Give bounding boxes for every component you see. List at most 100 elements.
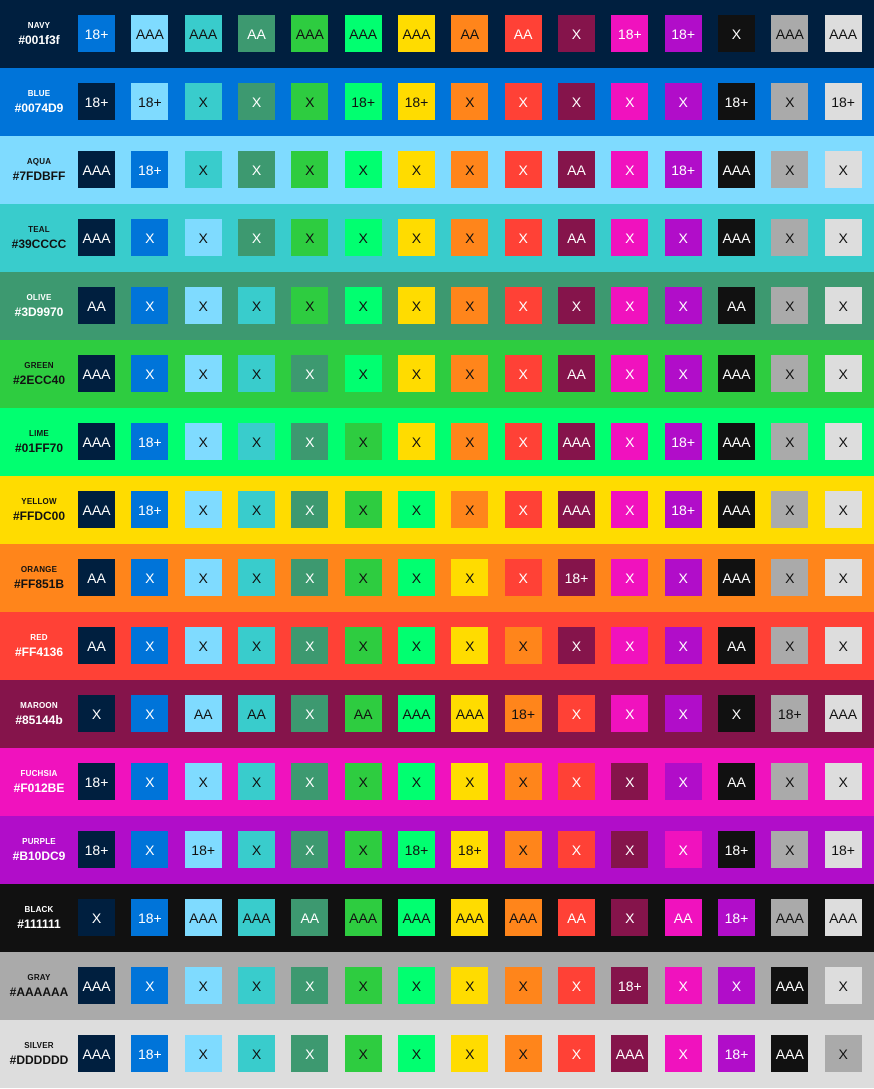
swatch-yellow[interactable]: X [397, 423, 435, 460]
swatch-fuchsia[interactable]: X [611, 627, 649, 664]
swatch-black[interactable]: AAA [717, 491, 755, 528]
swatch-navy[interactable]: 18+ [78, 763, 115, 800]
swatch-yellow[interactable]: X [397, 355, 435, 392]
swatch-gray[interactable]: X [771, 627, 809, 664]
swatch-navy[interactable]: AAA [78, 219, 115, 256]
swatch-fuchsia[interactable]: X [611, 219, 649, 256]
swatch-green[interactable]: AAA [291, 15, 329, 52]
swatch-gray[interactable]: AAA [771, 15, 809, 52]
swatch-silver[interactable]: X [824, 763, 862, 800]
swatch-lime[interactable]: AAA [344, 15, 382, 52]
swatch-silver[interactable]: X [824, 627, 862, 664]
swatch-maroon[interactable]: X [611, 899, 649, 936]
swatch-silver[interactable]: X [824, 559, 862, 596]
swatch-black[interactable]: AAA [771, 1035, 809, 1072]
swatch-maroon[interactable]: 18+ [557, 559, 595, 596]
swatch-navy[interactable]: AAA [78, 151, 115, 188]
swatch-maroon[interactable]: AAA [557, 423, 595, 460]
swatch-gray[interactable]: X [771, 355, 809, 392]
swatch-red[interactable]: X [557, 763, 595, 800]
swatch-purple[interactable]: 18+ [717, 1035, 755, 1072]
swatch-teal[interactable]: X [237, 287, 275, 324]
swatch-teal[interactable]: X [237, 831, 275, 868]
swatch-black[interactable]: AA [717, 627, 755, 664]
swatch-green[interactable]: X [344, 559, 382, 596]
swatch-orange[interactable]: AAA [504, 899, 542, 936]
swatch-olive[interactable]: X [291, 1035, 329, 1072]
swatch-lime[interactable]: X [397, 967, 435, 1004]
swatch-red[interactable]: X [504, 151, 542, 188]
swatch-aqua[interactable]: X [184, 967, 222, 1004]
swatch-orange[interactable]: AA [451, 15, 489, 52]
swatch-navy[interactable]: AA [78, 287, 115, 324]
swatch-green[interactable]: X [291, 219, 329, 256]
swatch-lime[interactable]: X [344, 287, 382, 324]
swatch-gray[interactable]: X [771, 151, 809, 188]
swatch-blue[interactable]: 18+ [78, 15, 115, 52]
swatch-black[interactable]: 18+ [717, 831, 755, 868]
swatch-red[interactable]: X [504, 355, 542, 392]
swatch-orange[interactable]: X [451, 83, 489, 120]
swatch-yellow[interactable]: 18+ [451, 831, 489, 868]
swatch-purple[interactable]: 18+ [664, 491, 702, 528]
swatch-teal[interactable]: X [237, 763, 275, 800]
swatch-maroon[interactable]: X [557, 627, 595, 664]
swatch-purple[interactable]: X [664, 695, 702, 732]
swatch-maroon[interactable]: X [557, 15, 595, 52]
swatch-orange[interactable]: 18+ [504, 695, 542, 732]
swatch-red[interactable]: X [504, 491, 542, 528]
swatch-gray[interactable]: X [771, 83, 809, 120]
swatch-orange[interactable]: X [504, 967, 542, 1004]
swatch-red[interactable]: X [557, 1035, 595, 1072]
swatch-fuchsia[interactable]: X [664, 1035, 702, 1072]
swatch-black[interactable]: X [717, 695, 755, 732]
swatch-green[interactable]: X [344, 423, 382, 460]
swatch-purple[interactable]: 18+ [664, 423, 702, 460]
swatch-silver[interactable]: AAA [824, 15, 862, 52]
swatch-purple[interactable]: X [664, 219, 702, 256]
swatch-teal[interactable]: X [237, 1035, 275, 1072]
swatch-teal[interactable]: X [237, 559, 275, 596]
swatch-yellow[interactable]: X [451, 1035, 489, 1072]
swatch-maroon[interactable]: 18+ [611, 967, 649, 1004]
swatch-blue[interactable]: X [131, 695, 169, 732]
swatch-aqua[interactable]: 18+ [131, 83, 169, 120]
swatch-silver[interactable]: 18+ [824, 83, 862, 120]
swatch-teal[interactable]: X [237, 627, 275, 664]
swatch-purple[interactable]: 18+ [664, 151, 702, 188]
swatch-olive[interactable]: X [291, 967, 329, 1004]
swatch-olive[interactable]: X [237, 219, 275, 256]
swatch-silver[interactable]: X [824, 287, 862, 324]
swatch-black[interactable]: AAA [717, 219, 755, 256]
swatch-lime[interactable]: 18+ [397, 831, 435, 868]
swatch-navy[interactable]: 18+ [78, 83, 115, 120]
swatch-black[interactable]: AAA [771, 967, 809, 1004]
swatch-purple[interactable]: X [664, 627, 702, 664]
swatch-lime[interactable]: AAA [397, 899, 435, 936]
swatch-aqua[interactable]: X [184, 219, 222, 256]
swatch-olive[interactable]: AA [237, 15, 275, 52]
swatch-orange[interactable]: X [451, 151, 489, 188]
swatch-black[interactable]: AAA [717, 423, 755, 460]
swatch-green[interactable]: X [344, 831, 382, 868]
swatch-yellow[interactable]: X [397, 219, 435, 256]
swatch-aqua[interactable]: AAA [184, 899, 222, 936]
swatch-olive[interactable]: X [291, 831, 329, 868]
swatch-blue[interactable]: X [131, 831, 169, 868]
swatch-fuchsia[interactable]: X [611, 151, 649, 188]
swatch-olive[interactable]: X [291, 695, 329, 732]
swatch-black[interactable]: AA [717, 287, 755, 324]
swatch-aqua[interactable]: X [184, 491, 222, 528]
swatch-fuchsia[interactable]: X [611, 355, 649, 392]
swatch-aqua[interactable]: X [184, 355, 222, 392]
swatch-lime[interactable]: X [344, 355, 382, 392]
swatch-navy[interactable]: AA [78, 559, 115, 596]
swatch-lime[interactable]: X [397, 559, 435, 596]
swatch-olive[interactable]: X [291, 559, 329, 596]
swatch-yellow[interactable]: AAA [451, 695, 489, 732]
swatch-maroon[interactable]: AA [557, 151, 595, 188]
swatch-aqua[interactable]: X [184, 627, 222, 664]
swatch-gray[interactable]: X [771, 423, 809, 460]
swatch-maroon[interactable]: X [611, 831, 649, 868]
swatch-red[interactable]: X [504, 287, 542, 324]
